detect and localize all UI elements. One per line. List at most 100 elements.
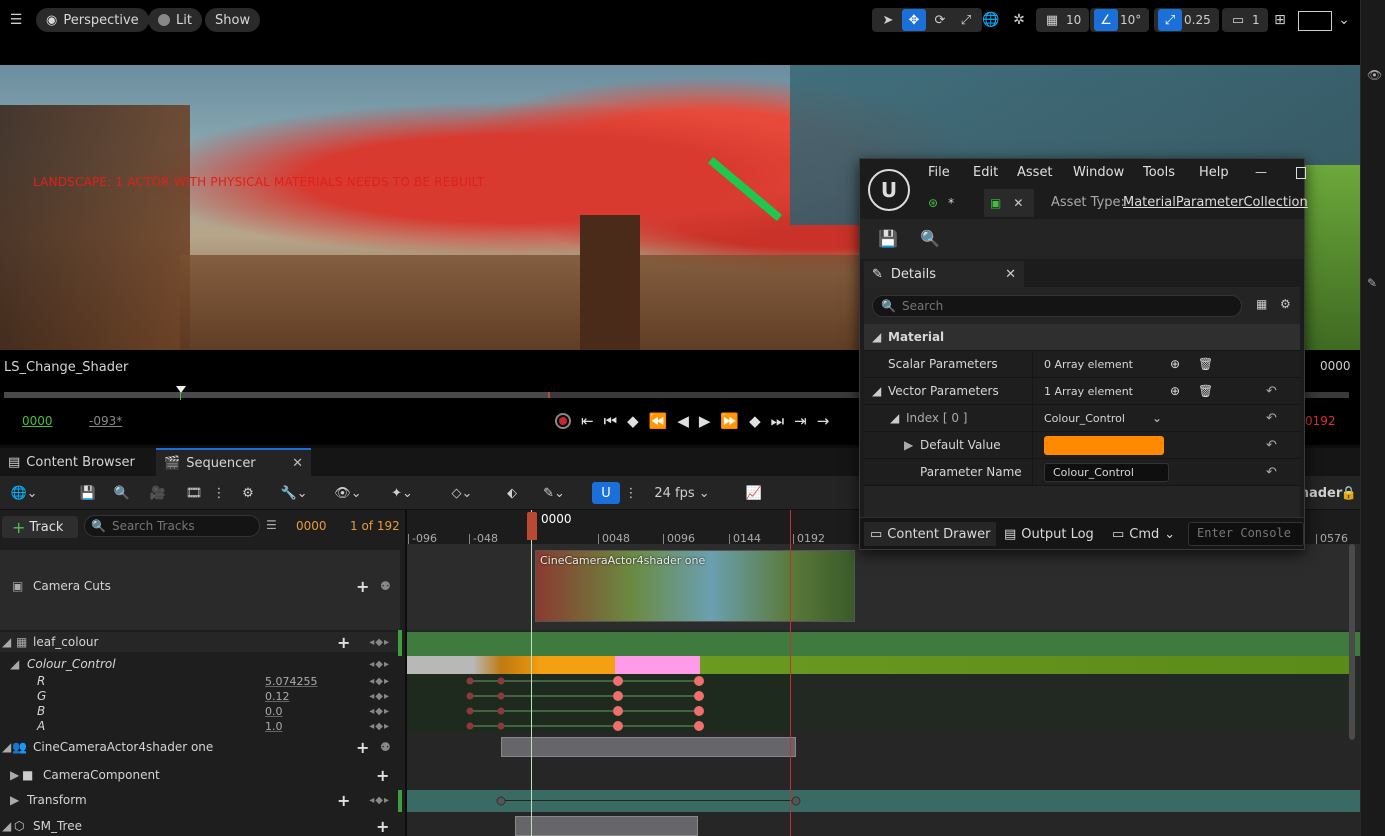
key-controls[interactable]: ◂◆▸ bbox=[369, 795, 390, 806]
timeline-area[interactable]: -096 -048 0048 0096 0144 0192 0576 CineC… bbox=[407, 510, 1360, 836]
key-controls[interactable]: ◂◆▸ bbox=[369, 659, 390, 670]
minimize-icon[interactable]: — bbox=[1255, 165, 1267, 179]
cmd-dropdown[interactable]: ▭ Cmd ⌄ bbox=[1106, 522, 1181, 546]
edit-icon[interactable]: ✎ bbox=[1367, 276, 1377, 290]
add-icon[interactable]: + bbox=[356, 577, 369, 596]
console-field[interactable] bbox=[1188, 522, 1304, 546]
keyframe[interactable] bbox=[497, 722, 505, 730]
menu-asset[interactable]: Asset bbox=[1017, 165, 1053, 180]
camera-shot-section[interactable]: CineCameraActor4shader one bbox=[535, 550, 855, 622]
add-icon[interactable]: + bbox=[376, 817, 389, 836]
search-tracks-input[interactable] bbox=[111, 519, 252, 533]
perspective-button[interactable]: ◉ Perspective bbox=[36, 8, 149, 32]
keyframe[interactable] bbox=[497, 677, 505, 685]
reset-icon[interactable]: ↶ bbox=[1266, 438, 1277, 453]
more-options-icon[interactable]: ⋮ bbox=[212, 482, 226, 504]
sm-tree-section[interactable] bbox=[515, 816, 698, 836]
key-controls[interactable]: ◂◆▸ bbox=[369, 706, 390, 717]
table-view-icon[interactable]: ▦ bbox=[1256, 297, 1267, 311]
jump-end-icon[interactable]: ⇥ bbox=[794, 412, 807, 430]
next-key-icon[interactable]: ⏭ bbox=[771, 412, 785, 430]
wrench-icon[interactable]: 🔧⌄ bbox=[276, 482, 312, 504]
menu-window[interactable]: Window bbox=[1073, 165, 1124, 180]
details-tab[interactable]: ✎ Details ✕ bbox=[864, 261, 1024, 287]
tab-content-browser[interactable]: ▤ Content Browser bbox=[0, 448, 150, 476]
add-icon[interactable]: + bbox=[376, 766, 389, 785]
console-input[interactable] bbox=[1197, 526, 1297, 540]
track-camera-component[interactable]: ▶ ■ CameraComponent + bbox=[0, 765, 400, 785]
collapse-icon[interactable]: ◢ bbox=[890, 411, 899, 425]
keyframe[interactable] bbox=[497, 707, 505, 715]
keyframe[interactable] bbox=[694, 676, 704, 686]
keyframe[interactable] bbox=[466, 677, 474, 685]
add-icon[interactable]: + bbox=[337, 791, 350, 810]
browse-icon[interactable]: 🔍 bbox=[110, 482, 134, 504]
collapse-icon[interactable]: ◢ bbox=[2, 819, 11, 833]
record-icon[interactable] bbox=[555, 413, 571, 429]
hamburger-icon[interactable]: ☰ bbox=[4, 9, 28, 31]
lit-button[interactable]: Lit bbox=[148, 8, 202, 32]
keyframe[interactable] bbox=[466, 707, 474, 715]
channel-a-value[interactable]: 1.0 bbox=[265, 720, 283, 733]
keyframe[interactable] bbox=[613, 676, 623, 686]
keyframe[interactable] bbox=[791, 796, 801, 806]
close-icon[interactable]: ✕ bbox=[1013, 196, 1023, 210]
keyframe[interactable] bbox=[497, 692, 505, 700]
param-name-input[interactable]: Colour_Control bbox=[1044, 463, 1169, 482]
keyframe[interactable] bbox=[466, 722, 474, 730]
key-controls[interactable]: ◂◆▸ bbox=[369, 691, 390, 702]
prev-keyframe-icon[interactable]: ◆ bbox=[627, 412, 639, 430]
save-icon[interactable]: 💾 bbox=[878, 229, 898, 248]
timeline-scrollbar[interactable] bbox=[1349, 544, 1355, 740]
details-search-field[interactable]: 🔍 bbox=[872, 295, 1242, 317]
colour-gradient-bar[interactable] bbox=[407, 656, 1352, 674]
gear-icon[interactable]: ⚙ bbox=[1280, 297, 1291, 311]
camera-lock-icon[interactable]: ⚉ bbox=[380, 579, 391, 593]
loop-icon[interactable]: → bbox=[817, 412, 830, 430]
material-category[interactable]: ◢ Material bbox=[864, 324, 1300, 351]
track-cine-camera[interactable]: ◢ 👥 CineCameraActor4shader one + ⚉ bbox=[0, 737, 400, 757]
channel-a[interactable]: A 1.0 ◂◆▸ bbox=[0, 716, 400, 736]
jump-start-icon[interactable]: ⇤ bbox=[581, 412, 594, 430]
scale-icon[interactable]: ⤢ bbox=[954, 9, 978, 31]
playback-options-icon[interactable]: ✦⌄ bbox=[384, 482, 420, 504]
search-tracks-field[interactable]: 🔍 bbox=[84, 515, 260, 537]
prev-key-icon[interactable]: ⏮ bbox=[604, 412, 618, 430]
fps-dropdown[interactable]: 24 fps ⌄ bbox=[650, 482, 714, 504]
playhead-handle[interactable] bbox=[527, 512, 537, 540]
collapse-icon[interactable]: ◢ bbox=[10, 657, 19, 671]
reset-icon[interactable]: ↶ bbox=[1266, 411, 1277, 426]
show-button[interactable]: Show bbox=[205, 8, 261, 32]
key-controls[interactable]: ◂◆▸ bbox=[369, 721, 390, 732]
add-element-icon[interactable]: ⊕ bbox=[1170, 357, 1180, 371]
keyframe[interactable] bbox=[613, 721, 623, 731]
expand-icon[interactable]: ▶ bbox=[10, 793, 19, 807]
next-keyframe-icon[interactable]: ◆ bbox=[749, 412, 761, 430]
trash-icon[interactable]: 🗑 bbox=[1198, 357, 1213, 371]
layout-icon[interactable]: ⊞ bbox=[1268, 9, 1292, 31]
select-icon[interactable]: ➤ bbox=[876, 9, 900, 31]
rotate-icon[interactable]: ⟳ bbox=[928, 9, 952, 31]
camera-lock-icon[interactable]: ⚉ bbox=[380, 740, 391, 754]
collapse-icon[interactable]: ◢ bbox=[2, 635, 11, 649]
track-transform[interactable]: ▶ Transform + ◂◆▸ bbox=[0, 790, 400, 810]
keyframe[interactable] bbox=[496, 796, 506, 806]
menu-edit[interactable]: Edit bbox=[973, 165, 998, 180]
key-controls[interactable]: ◂◆▸ bbox=[369, 637, 390, 648]
world-icon[interactable]: 🌐 bbox=[980, 9, 1002, 31]
scale-snap[interactable]: ⤢ 0.25 bbox=[1154, 8, 1219, 32]
level-tab[interactable]: ⊛ * bbox=[928, 191, 978, 215]
world-icon[interactable]: 🌐⌄ bbox=[6, 482, 42, 504]
content-drawer-button[interactable]: ▭ Content Drawer bbox=[864, 522, 997, 546]
render-movie-icon[interactable]: 🎞 bbox=[182, 482, 206, 504]
camera-icon[interactable]: 🎥 bbox=[146, 482, 170, 504]
menu-tools[interactable]: Tools bbox=[1143, 165, 1175, 180]
eye-icon[interactable]: 👁⌄ bbox=[330, 482, 366, 504]
step-forward-icon[interactable]: ⏩ bbox=[720, 412, 739, 430]
close-icon[interactable]: ✕ bbox=[1005, 267, 1016, 282]
trash-icon[interactable]: 🗑 bbox=[1198, 384, 1213, 398]
collapse-icon[interactable]: ◢ bbox=[2, 740, 11, 754]
menu-file[interactable]: File bbox=[928, 165, 950, 180]
rotation-snap[interactable]: ∠ 10° bbox=[1090, 8, 1150, 32]
gizmo-arrow[interactable] bbox=[707, 157, 783, 221]
